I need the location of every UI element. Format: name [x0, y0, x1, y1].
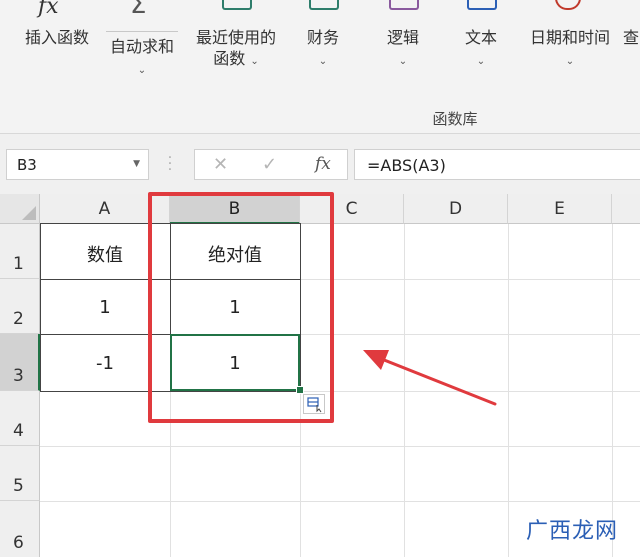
- chevron-down-icon: ⌄: [318, 56, 328, 67]
- clock-book-icon: [555, 0, 581, 10]
- select-all-corner[interactable]: [0, 194, 40, 224]
- autosum-divider: [106, 31, 178, 32]
- column-header-e[interactable]: E: [508, 194, 612, 224]
- chevron-down-icon: ⌄: [398, 56, 408, 67]
- row-header-3[interactable]: 3: [0, 334, 40, 391]
- name-box[interactable]: B3 ▼: [6, 149, 149, 180]
- row-number: 1: [13, 254, 24, 274]
- finance-book-icon: [309, 0, 339, 10]
- gridline: [40, 446, 640, 447]
- recently-used-label2: 函数: [213, 49, 246, 68]
- select-all-icon: [22, 206, 36, 220]
- fx-icon: fx: [38, 0, 59, 19]
- recently-used-button[interactable]: 最近使用的 函数 ⌄: [190, 27, 282, 72]
- column-header-f[interactable]: [612, 194, 640, 224]
- lookup-button[interactable]: 查: [622, 27, 640, 48]
- gridline: [508, 224, 509, 557]
- row-header-5[interactable]: 5: [0, 446, 40, 501]
- formula-controls: ✕ ✓ fx: [194, 149, 348, 180]
- text-book-icon: [467, 0, 497, 10]
- chevron-down-icon: ⌄: [476, 56, 486, 67]
- cancel-icon[interactable]: ✕: [213, 154, 228, 175]
- grip-dots-icon[interactable]: · · ·: [167, 151, 173, 177]
- column-header-d[interactable]: D: [404, 194, 508, 224]
- function-library-group-label: 函数库: [432, 110, 478, 128]
- insert-function-icon[interactable]: fx: [315, 154, 331, 174]
- recently-used-label: 最近使用的: [195, 28, 276, 47]
- autosum-button[interactable]: 自动求和 ⌄: [104, 36, 180, 81]
- autosum-label: 自动求和: [109, 37, 174, 56]
- insert-function-label: 插入函数: [24, 28, 89, 47]
- gridline: [40, 501, 640, 502]
- row-header-4[interactable]: 4: [0, 391, 40, 446]
- date-time-button[interactable]: 日期和时间 ⌄: [524, 27, 616, 72]
- logic-book-icon: [389, 0, 419, 10]
- lookup-label: 查: [622, 28, 639, 47]
- row-number: 3: [13, 366, 24, 386]
- row-number: 2: [13, 309, 24, 329]
- logic-button[interactable]: 逻辑 ⌄: [378, 27, 428, 72]
- row-number: 4: [13, 421, 24, 441]
- insert-function-button[interactable]: 插入函数: [20, 27, 94, 48]
- formula-input[interactable]: =ABS(A3): [354, 149, 640, 180]
- text-button[interactable]: 文本 ⌄: [456, 27, 506, 72]
- finance-label: 财务: [306, 28, 339, 47]
- chevron-down-icon[interactable]: ▼: [133, 159, 140, 169]
- gridline: [612, 224, 613, 557]
- formula-text: =ABS(A3): [367, 156, 446, 175]
- watermark-logo: 广西龙网: [526, 519, 619, 544]
- pointer-arrow-icon: [363, 350, 497, 406]
- chevron-down-icon: ⌄: [137, 65, 147, 76]
- text-label: 文本: [464, 28, 497, 47]
- checkmark-icon[interactable]: ✓: [262, 154, 277, 175]
- date-time-label: 日期和时间: [529, 28, 610, 47]
- logic-label: 逻辑: [386, 28, 419, 47]
- sigma-icon: Σ: [130, 0, 147, 20]
- name-box-value: B3: [17, 156, 37, 174]
- row-header-1[interactable]: 1: [0, 224, 40, 279]
- highlight-box: [148, 192, 334, 423]
- row-number: 6: [13, 533, 24, 553]
- row-header-6[interactable]: 6: [0, 501, 40, 557]
- row-number: 5: [13, 476, 24, 496]
- chevron-down-icon: ⌄: [250, 56, 259, 67]
- chevron-down-icon: ⌄: [565, 56, 575, 67]
- row-header-2[interactable]: 2: [0, 279, 40, 334]
- finance-button[interactable]: 财务 ⌄: [298, 27, 348, 72]
- star-book-icon: [222, 0, 252, 10]
- ribbon: fx 插入函数 Σ 自动求和 ⌄ 最近使用的 函数 ⌄ 财务 ⌄ 逻辑 ⌄ 文本…: [0, 0, 640, 133]
